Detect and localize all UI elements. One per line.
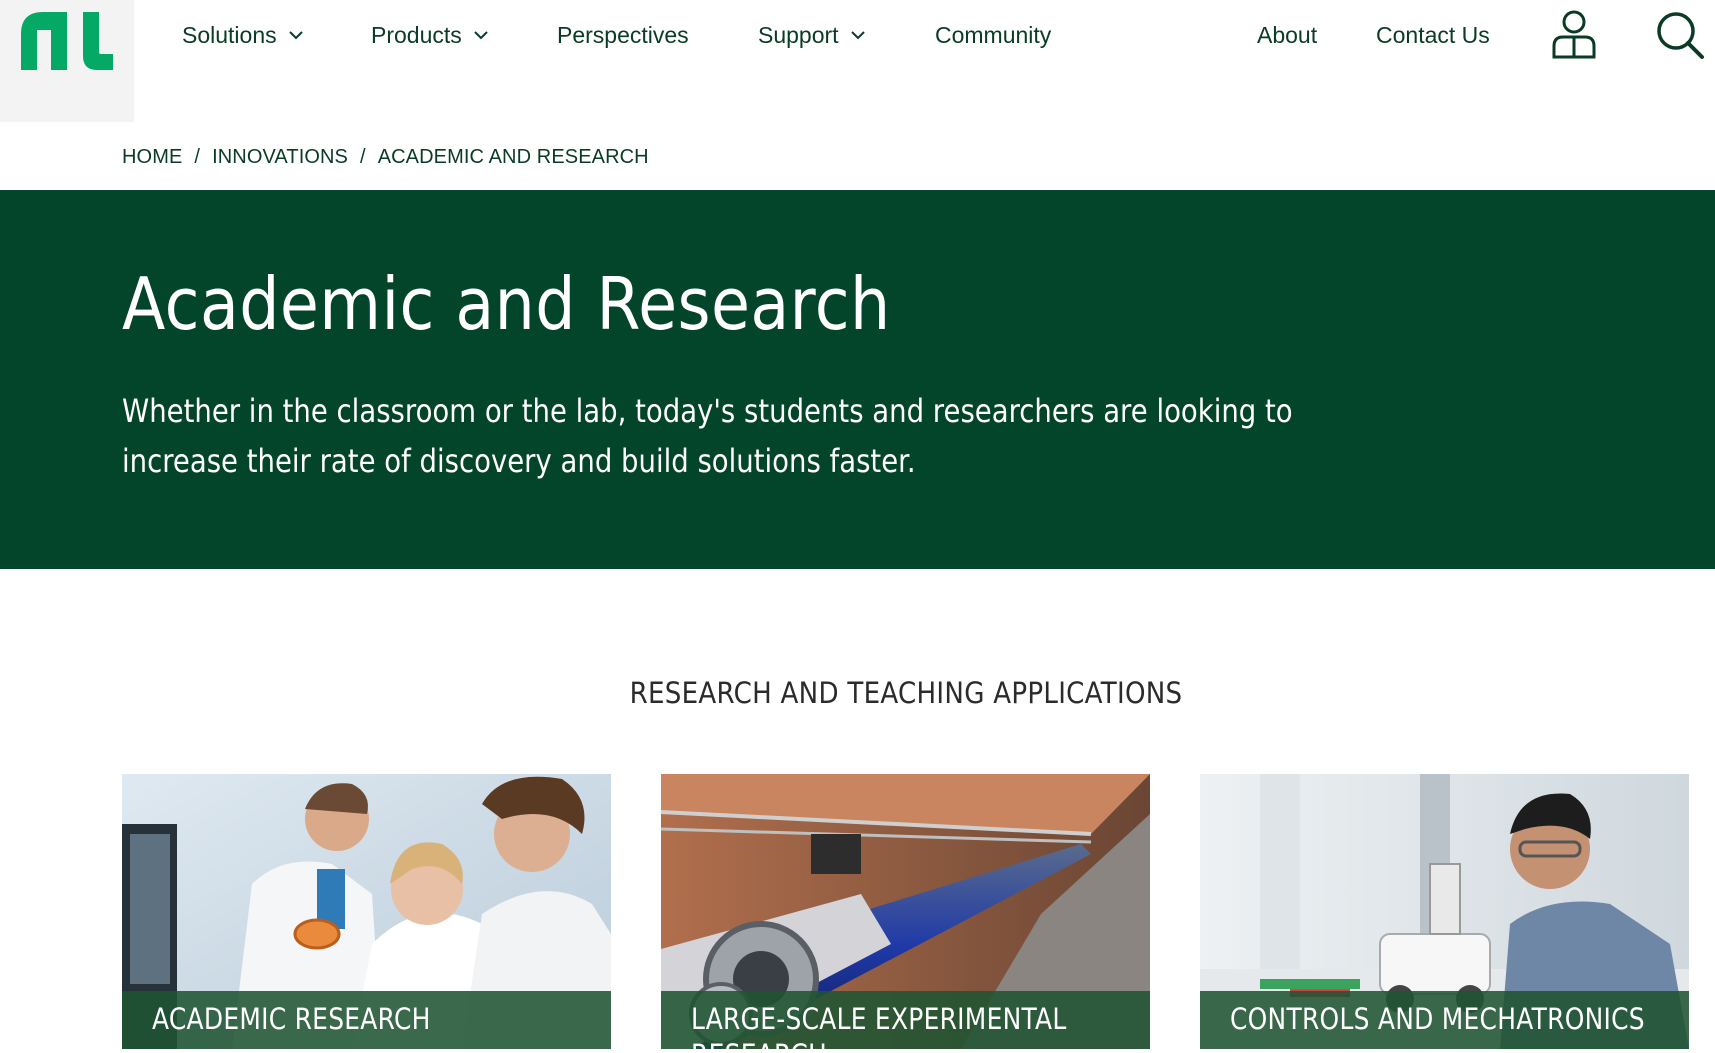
nav-community-label: Community xyxy=(935,21,1052,48)
chevron-down-icon xyxy=(288,30,303,40)
nav-perspectives-label: Perspectives xyxy=(557,21,689,48)
nav-contact-us[interactable]: Contact Us xyxy=(1376,18,1490,52)
nav-perspectives[interactable]: Perspectives xyxy=(557,18,689,52)
ni-logo-icon xyxy=(21,12,113,70)
hero-banner: Academic and Research Whether in the cla… xyxy=(0,190,1715,569)
nav-community[interactable]: Community xyxy=(935,18,1051,52)
breadcrumb-separator: / xyxy=(194,145,201,168)
nav-contact-label: Contact Us xyxy=(1376,21,1490,48)
section-heading: RESEARCH AND TEACHING APPLICATIONS xyxy=(629,676,1183,710)
breadcrumb-innovations[interactable]: INNOVATIONS xyxy=(212,146,348,169)
breadcrumb-home[interactable]: HOME xyxy=(122,146,182,169)
nav-products[interactable]: Products xyxy=(371,18,488,52)
card-caption: ACADEMIC RESEARCH xyxy=(122,991,611,1049)
hero-description: Whether in the classroom or the lab, tod… xyxy=(122,392,1293,480)
nav-products-label: Products xyxy=(371,21,462,48)
user-icon[interactable] xyxy=(1550,10,1598,65)
card-caption-text: CONTROLS AND MECHATRONICS xyxy=(1230,1002,1645,1036)
card-large-scale-experimental-research[interactable]: LARGE-SCALE EXPERIMENTAL RESEARCH xyxy=(661,774,1150,1049)
nav-solutions[interactable]: Solutions xyxy=(182,18,303,52)
card-controls-and-mechatronics[interactable]: CONTROLS AND MECHATRONICS xyxy=(1200,774,1689,1049)
card-caption-text: ACADEMIC RESEARCH xyxy=(152,1002,431,1036)
chevron-down-icon xyxy=(474,30,488,40)
card-caption-text: LARGE-SCALE EXPERIMENTAL RESEARCH xyxy=(691,1002,1067,1049)
nav-about[interactable]: About xyxy=(1257,18,1317,52)
chevron-down-icon xyxy=(850,30,865,40)
card-academic-research[interactable]: ACADEMIC RESEARCH xyxy=(122,774,611,1049)
page-title: Academic and Research xyxy=(122,262,891,346)
card-caption: CONTROLS AND MECHATRONICS xyxy=(1200,991,1689,1049)
breadcrumb-academic-and-research[interactable]: ACADEMIC AND RESEARCH xyxy=(378,146,649,169)
breadcrumb: HOME / INNOVATIONS / ACADEMIC AND RESEAR… xyxy=(122,144,649,170)
nav-solutions-label: Solutions xyxy=(182,21,277,48)
search-icon[interactable] xyxy=(1655,10,1705,65)
ni-logo[interactable] xyxy=(0,0,134,122)
card-caption: LARGE-SCALE EXPERIMENTAL RESEARCH xyxy=(661,991,1150,1049)
breadcrumb-separator: / xyxy=(360,145,366,168)
site-header: Solutions Products Perspectives Support … xyxy=(0,0,1715,122)
nav-support-label: Support xyxy=(758,21,839,48)
nav-about-label: About xyxy=(1257,21,1318,48)
nav-support[interactable]: Support xyxy=(758,18,865,52)
